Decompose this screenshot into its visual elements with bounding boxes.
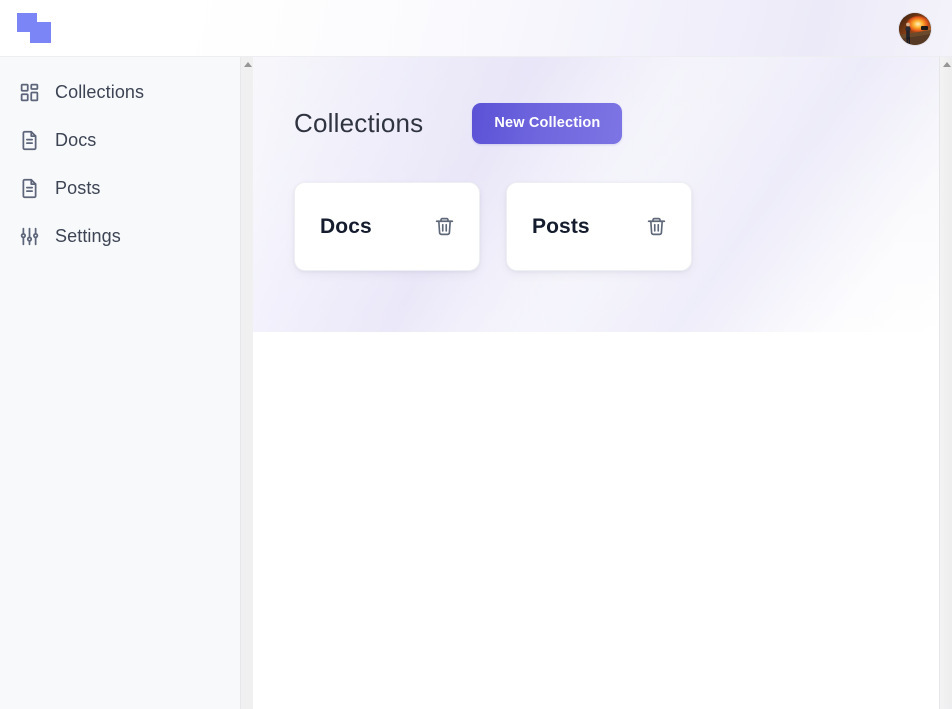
collection-name: Posts (532, 214, 590, 238)
app-root: Collections Docs Posts Settings Collecti… (0, 0, 952, 709)
top-bar (0, 0, 952, 57)
sidebar-item-label: Docs (55, 130, 97, 150)
avatar[interactable] (899, 13, 931, 45)
sidebar-item-label: Collections (55, 82, 145, 102)
collections-page: Collections New Collection Docs Posts (253, 57, 939, 271)
sidebar-item-settings[interactable]: Settings (0, 221, 240, 251)
app-logo[interactable] (17, 13, 55, 47)
collection-name: Docs (320, 214, 372, 238)
sidebar-item-docs[interactable]: Docs (0, 125, 240, 155)
new-collection-button[interactable]: New Collection (472, 102, 623, 144)
collection-card-docs[interactable]: Docs (294, 182, 480, 271)
page-header: Collections New Collection (294, 102, 939, 144)
main-content: Collections New Collection Docs Posts (253, 57, 939, 709)
sidebar-item-posts[interactable]: Posts (0, 173, 240, 203)
delete-collection-button[interactable] (643, 214, 669, 240)
grid-icon (18, 81, 40, 103)
document-icon (18, 129, 40, 151)
sliders-icon (18, 225, 40, 247)
main-scrollbar[interactable] (939, 57, 952, 709)
trash-icon (434, 216, 455, 237)
scroll-up-arrow-icon[interactable] (940, 57, 952, 71)
sidebar-scrollbar[interactable] (240, 57, 254, 709)
collection-card-posts[interactable]: Posts (506, 182, 692, 271)
sidebar-item-label: Posts (55, 178, 101, 198)
sidebar: Collections Docs Posts Settings (0, 57, 240, 709)
sidebar-item-label: Settings (55, 226, 121, 246)
page-title: Collections (294, 108, 424, 138)
delete-collection-button[interactable] (431, 214, 457, 240)
collections-grid: Docs Posts (294, 182, 939, 271)
logo-square-front (30, 22, 51, 43)
sidebar-item-collections[interactable]: Collections (0, 77, 240, 107)
avatar-image (899, 13, 931, 45)
document-icon (18, 177, 40, 199)
trash-icon (646, 216, 667, 237)
sidebar-nav: Collections Docs Posts Settings (0, 57, 240, 251)
top-bar-gradient (190, 0, 952, 56)
